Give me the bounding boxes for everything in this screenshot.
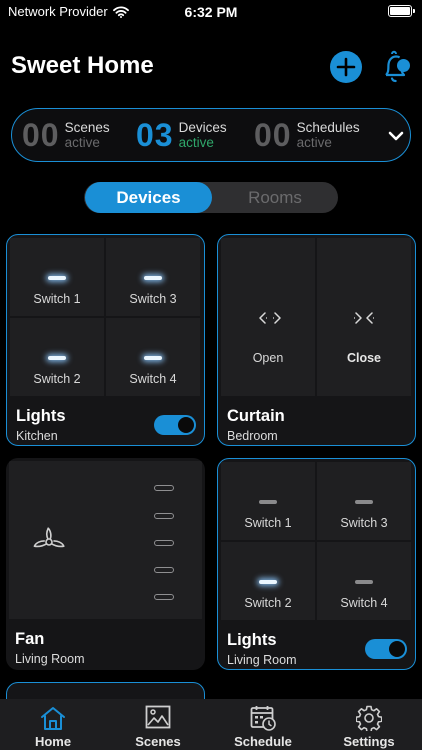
lights-kitchen-card[interactable]: Switch 1 Switch 3 Switch 2 Switch 4 Ligh… — [6, 234, 205, 446]
switch-label: Switch 4 — [340, 596, 388, 610]
curtain-close-button[interactable]: Close — [317, 238, 411, 396]
tabbar-settings[interactable]: Settings — [329, 699, 409, 750]
tabbar-settings-label: Settings — [343, 734, 395, 749]
lights-living-room-card[interactable]: Switch 1 Switch 3 Switch 2 Switch 4 Ligh… — [217, 458, 416, 670]
summary-schedules[interactable]: 00 Schedules active — [254, 118, 360, 152]
tabbar-home[interactable]: Home — [13, 699, 93, 750]
card-title: Fan — [15, 630, 45, 648]
switch-cell[interactable]: Switch 4 — [317, 542, 411, 620]
switch-cell[interactable]: Switch 1 — [221, 462, 315, 540]
chevron-down-icon[interactable] — [386, 126, 406, 146]
switch-cell[interactable]: Switch 2 — [10, 318, 104, 396]
switch-label: Switch 3 — [129, 292, 177, 306]
switch-cell[interactable]: Switch 3 — [106, 238, 200, 316]
switch-indicator-icon — [144, 356, 162, 360]
switch-indicator-icon — [48, 276, 66, 280]
lights-kitchen-toggle[interactable] — [154, 415, 196, 435]
home-icon — [41, 707, 65, 730]
schedules-count: 00 — [254, 117, 292, 153]
fan-living-room-card[interactable]: Fan Living Room — [6, 458, 205, 670]
curtain-open-button[interactable]: Open — [221, 238, 315, 396]
fan-speed-level[interactable] — [154, 594, 174, 600]
curtain-close-label: Close — [346, 351, 382, 365]
curtain-open-label: Open — [252, 351, 284, 365]
switch-label: Switch 2 — [244, 596, 292, 610]
tabbar-scenes-label: Scenes — [135, 734, 181, 749]
tab-devices[interactable]: Devices — [85, 182, 212, 213]
switch-indicator-icon — [355, 580, 373, 584]
curtain-open-icon — [259, 312, 281, 324]
card-title: Lights — [227, 631, 277, 649]
fan-icon — [33, 527, 65, 548]
tabbar-home-label: Home — [34, 734, 72, 749]
gear-icon — [356, 705, 382, 731]
battery-icon — [388, 5, 415, 17]
bottom-tab-bar: Home Scenes Schedule Settings — [0, 699, 422, 750]
card-room: Living Room — [15, 652, 85, 666]
fan-speed-level[interactable] — [154, 485, 174, 491]
scenes-label: Scenes — [64, 120, 110, 135]
status-time: 6:32 PM — [184, 4, 238, 20]
plus-icon — [336, 57, 356, 77]
switch-indicator-icon — [259, 580, 277, 584]
schedules-label: Schedules — [296, 120, 360, 135]
switch-label: Switch 1 — [244, 516, 292, 530]
calendar-clock-icon — [250, 706, 276, 731]
card-room: Living Room — [227, 653, 297, 667]
view-segmented-control: Devices Rooms — [84, 182, 338, 213]
scenes-status: active — [64, 135, 100, 150]
switch-cell[interactable]: Switch 3 — [317, 462, 411, 540]
page-title: Sweet Home — [11, 52, 154, 79]
activity-summary[interactable]: 00 Scenes active 03 Devices active 00 Sc… — [11, 108, 411, 162]
devices-label: Devices — [178, 120, 227, 135]
card-room: Kitchen — [16, 429, 58, 443]
tabbar-schedule-label: Schedule — [234, 734, 292, 749]
fan-control-area[interactable] — [9, 461, 202, 619]
summary-scenes[interactable]: 00 Scenes active — [22, 118, 110, 152]
curtain-bedroom-card[interactable]: Open Close Curtain Bedroom — [217, 234, 416, 446]
tabbar-schedule[interactable]: Schedule — [223, 699, 303, 750]
card-title: Lights — [16, 407, 66, 425]
schedules-status: active — [296, 135, 332, 150]
switch-indicator-icon — [144, 276, 162, 280]
add-button[interactable] — [330, 51, 362, 83]
image-icon — [145, 705, 171, 729]
lights-living-room-toggle[interactable] — [365, 639, 407, 659]
fan-speed-level[interactable] — [154, 513, 174, 519]
summary-devices[interactable]: 03 Devices active — [136, 118, 227, 152]
switch-label: Switch 4 — [129, 372, 177, 386]
switch-indicator-icon — [48, 356, 66, 360]
bell-icon — [385, 50, 410, 83]
switch-indicator-icon — [259, 500, 277, 504]
switch-label: Switch 1 — [33, 292, 81, 306]
card-title: Curtain — [227, 407, 285, 425]
notifications-button[interactable] — [380, 50, 412, 84]
switch-label: Switch 2 — [33, 372, 81, 386]
devices-status: active — [178, 135, 214, 150]
switch-cell[interactable]: Switch 4 — [106, 318, 200, 396]
tab-rooms[interactable]: Rooms — [212, 182, 338, 213]
switch-indicator-icon — [355, 500, 373, 504]
switch-label: Switch 3 — [340, 516, 388, 530]
scenes-count: 00 — [22, 117, 60, 153]
switch-cell[interactable]: Switch 2 — [221, 542, 315, 620]
card-room: Bedroom — [227, 429, 278, 443]
fan-speed-level[interactable] — [154, 567, 174, 573]
curtain-close-icon — [354, 312, 374, 324]
status-bar: Network Provider 6:32 PM — [0, 0, 422, 24]
fan-speed-level[interactable] — [154, 540, 174, 546]
devices-count: 03 — [136, 117, 174, 153]
switch-cell[interactable]: Switch 1 — [10, 238, 104, 316]
tabbar-scenes[interactable]: Scenes — [118, 699, 198, 750]
